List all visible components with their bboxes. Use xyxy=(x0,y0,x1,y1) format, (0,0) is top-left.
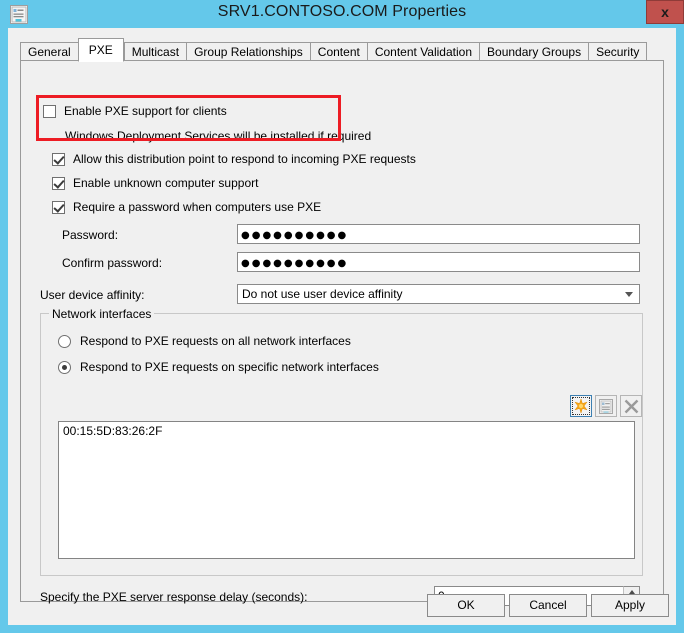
respond-specific-interfaces-label: Respond to PXE requests on specific netw… xyxy=(80,360,379,374)
tab-boundary-groups[interactable]: Boundary Groups xyxy=(479,42,589,61)
user-device-affinity-value: Do not use user device affinity xyxy=(242,287,403,301)
apply-button[interactable]: Apply xyxy=(591,594,669,617)
respond-specific-interfaces-radio[interactable] xyxy=(58,360,71,374)
allow-dp-respond-checkbox[interactable] xyxy=(52,152,65,166)
close-button[interactable]: x xyxy=(646,0,684,24)
allow-dp-respond-label: Allow this distribution point to respond… xyxy=(73,152,416,166)
tab-security[interactable]: Security xyxy=(588,42,648,61)
respond-all-interfaces-label: Respond to PXE requests on all network i… xyxy=(80,334,351,348)
new-icon xyxy=(574,399,588,413)
password-field[interactable]: ●●●●●●●●●● xyxy=(237,224,640,244)
list-item[interactable]: 00:15:5D:83:26:2F xyxy=(59,422,634,440)
ok-button[interactable]: OK xyxy=(427,594,505,617)
require-password-row[interactable]: Require a password when computers use PX… xyxy=(52,200,321,214)
interface-properties-button xyxy=(595,395,617,417)
network-interfaces-listbox[interactable]: 00:15:5D:83:26:2F xyxy=(58,421,635,559)
tab-content-validation[interactable]: Content Validation xyxy=(366,42,480,61)
confirm-password-value: ●●●●●●●●●● xyxy=(241,258,349,269)
enable-unknown-computer-label: Enable unknown computer support xyxy=(73,176,259,190)
enable-pxe-checkbox[interactable] xyxy=(43,104,56,118)
enable-unknown-computer-checkbox[interactable] xyxy=(52,176,65,190)
user-device-affinity-select[interactable]: Do not use user device affinity xyxy=(237,284,640,304)
respond-specific-interfaces-row[interactable]: Respond to PXE requests on specific netw… xyxy=(58,360,379,374)
tab-multicast[interactable]: Multicast xyxy=(123,42,187,61)
delete-interface-button xyxy=(620,395,642,417)
require-password-label: Require a password when computers use PX… xyxy=(73,200,322,214)
window-title: SRV1.CONTOSO.COM Properties xyxy=(217,3,467,20)
title-bar: SRV1.CONTOSO.COM Properties x xyxy=(0,0,684,28)
wds-note-text: Windows Deployment Services will be inst… xyxy=(65,129,372,143)
tab-content[interactable]: Content xyxy=(309,42,367,61)
user-device-affinity-label: User device affinity: xyxy=(40,288,145,302)
respond-all-interfaces-radio[interactable] xyxy=(58,334,71,348)
network-interfaces-title: Network interfaces xyxy=(49,307,155,321)
require-password-checkbox[interactable] xyxy=(52,200,65,214)
tab-pxe[interactable]: PXE xyxy=(77,38,124,62)
new-interface-button[interactable] xyxy=(570,395,592,417)
respond-all-interfaces-row[interactable]: Respond to PXE requests on all network i… xyxy=(58,334,351,348)
properties-dialog-window: SRV1.CONTOSO.COM Properties x General PX… xyxy=(0,0,684,633)
confirm-password-field[interactable]: ●●●●●●●●●● xyxy=(237,252,640,272)
pxe-tab-panel: Enable PXE support for clients Windows D… xyxy=(20,60,664,606)
properties-icon xyxy=(599,399,613,414)
enable-unknown-computer-row[interactable]: Enable unknown computer support xyxy=(52,176,258,190)
password-label: Password: xyxy=(62,228,119,242)
response-delay-label: Specify the PXE server response delay (s… xyxy=(40,590,308,604)
confirm-password-label: Confirm password: xyxy=(62,256,163,270)
tab-group-relationships[interactable]: Group Relationships xyxy=(186,42,310,61)
password-value: ●●●●●●●●●● xyxy=(241,230,349,241)
enable-pxe-checkbox-row[interactable]: Enable PXE support for clients xyxy=(43,104,227,118)
dialog-body: General PXE Multicast Group Relationship… xyxy=(8,28,676,625)
tab-general[interactable]: General xyxy=(20,42,78,61)
delete-icon xyxy=(624,399,639,414)
allow-dp-respond-row[interactable]: Allow this distribution point to respond… xyxy=(52,152,416,166)
chevron-down-icon xyxy=(625,292,633,297)
enable-pxe-label: Enable PXE support for clients xyxy=(64,104,227,118)
tab-strip: General PXE Multicast Group Relationship… xyxy=(20,38,648,62)
network-interfaces-group: Network interfaces Respond to PXE reques… xyxy=(40,307,643,576)
cancel-button[interactable]: Cancel xyxy=(509,594,587,617)
